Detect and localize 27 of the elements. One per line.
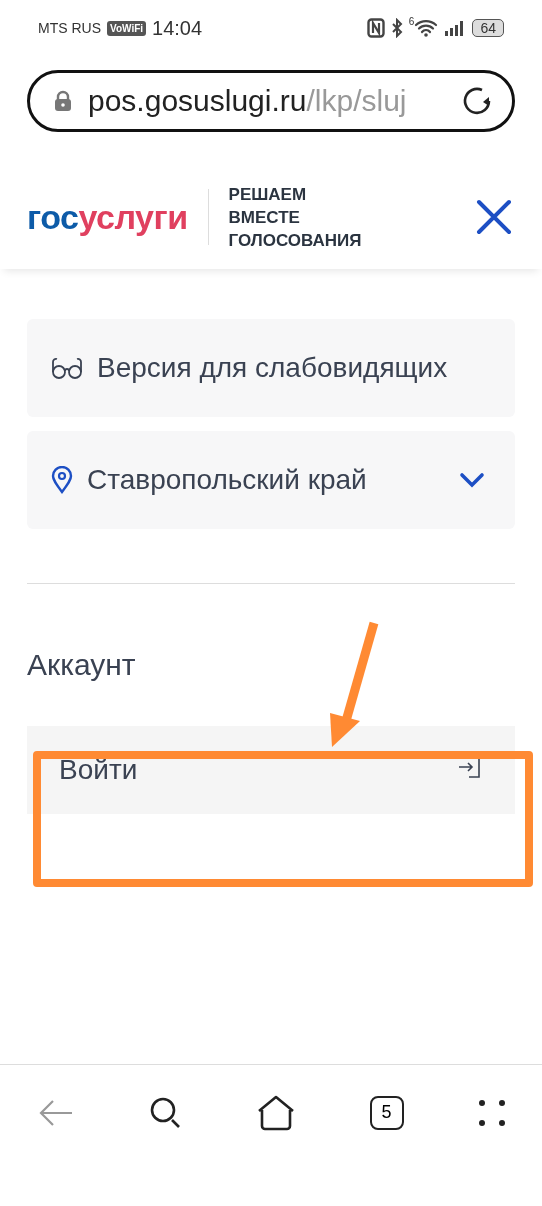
vowifi-badge: VoWiFi — [107, 20, 147, 36]
accessibility-button[interactable]: Версия для слабовидящих — [27, 319, 515, 417]
address-bar[interactable]: pos.gosuslugi.ru/lkp/sluj — [27, 70, 515, 132]
lock-icon — [54, 90, 72, 112]
more-icon[interactable] — [478, 1098, 506, 1127]
tagline-text: РЕШАЕМ — [228, 183, 308, 206]
location-pin-icon — [51, 466, 73, 494]
battery-indicator: 64 — [472, 19, 504, 37]
bluetooth-icon — [390, 18, 403, 38]
url-text: pos.gosuslugi.ru/lkp/sluj — [88, 84, 408, 118]
nfc-icon — [366, 18, 385, 38]
tagline-text: ВМЕСТЕ — [228, 206, 301, 229]
wifi-icon — [414, 19, 439, 37]
site-logo[interactable]: госуслуги — [27, 197, 188, 237]
home-icon[interactable] — [257, 1094, 295, 1131]
clock-time: 14:04 — [152, 16, 203, 40]
region-selector[interactable]: Ставропольский край — [27, 431, 515, 529]
menu-label: Ставропольский край — [87, 464, 367, 496]
carrier-name: MTS RUS — [38, 20, 101, 36]
section-title: Аккаунт — [27, 648, 137, 682]
glasses-icon — [51, 357, 83, 379]
wifi-label: 6 — [408, 16, 415, 27]
tabs-button[interactable]: 5 — [369, 1095, 404, 1130]
close-icon[interactable] — [476, 199, 512, 235]
menu-label: Версия для слабовидящих — [97, 352, 448, 384]
back-icon[interactable] — [38, 1097, 74, 1128]
tagline-text: ГОЛОСОВАНИЯ — [228, 229, 362, 252]
